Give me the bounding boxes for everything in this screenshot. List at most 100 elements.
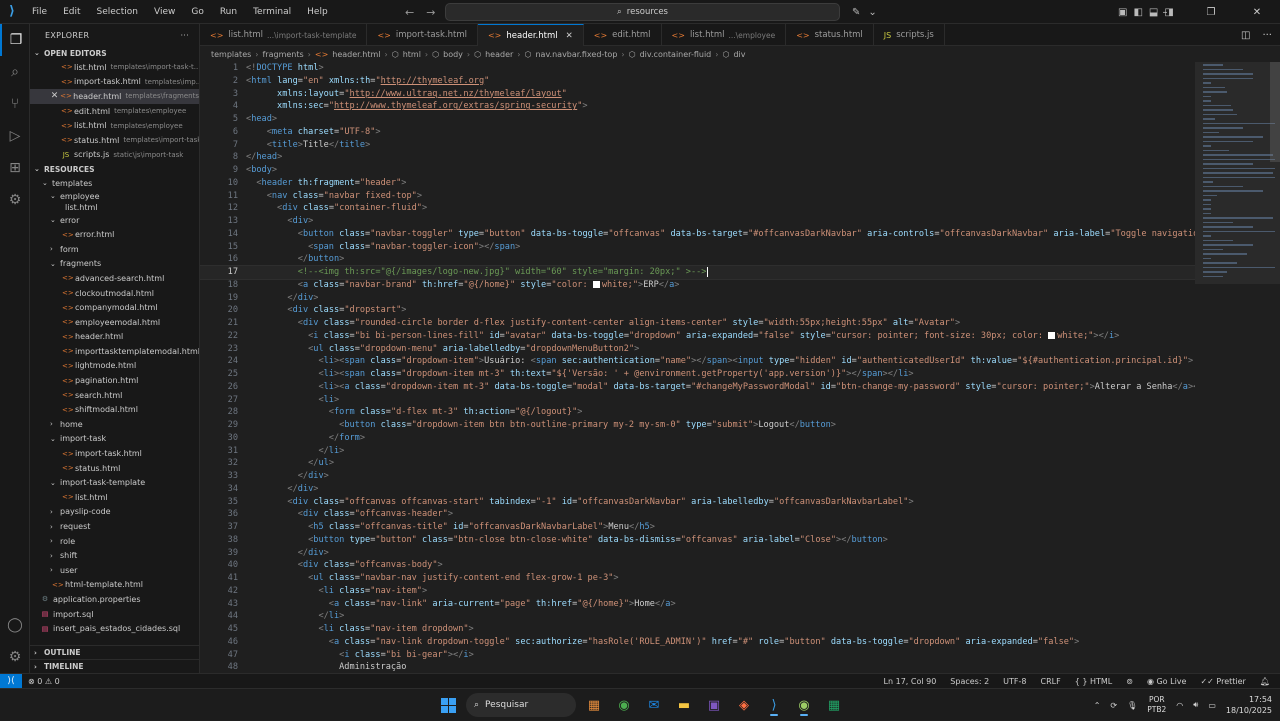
broadcast-icon[interactable]: ⊚ bbox=[1126, 677, 1133, 686]
folder-payslip-code[interactable]: › payslip-code bbox=[30, 505, 199, 520]
volume-icon[interactable]: 🔊︎ bbox=[1193, 700, 1198, 710]
clock[interactable]: 17:54 18/10/2025 bbox=[1226, 694, 1272, 716]
remote-icon[interactable]: ⟩⟨ bbox=[0, 673, 22, 689]
folder-home[interactable]: › home bbox=[30, 417, 199, 432]
extensions-icon[interactable]: ⊞ bbox=[0, 152, 30, 184]
tree-file[interactable]: <> importtasktemplatemodal.html bbox=[30, 344, 199, 359]
terminal-app-icon[interactable]: ▣ bbox=[702, 693, 726, 717]
tree-file[interactable]: <> employeemodal.html bbox=[30, 315, 199, 330]
open-editor-item[interactable]: <> status.html templates\import-task bbox=[30, 133, 199, 148]
tree-file[interactable]: ▤ import.sql bbox=[30, 607, 199, 622]
folder-error[interactable]: ⌄ error bbox=[30, 213, 199, 228]
split-editor-icon[interactable]: ◫ bbox=[1241, 30, 1250, 41]
folder-role[interactable]: › role bbox=[30, 534, 199, 549]
windows-start-icon[interactable] bbox=[436, 693, 460, 717]
layout-icon[interactable]: ▣ bbox=[1118, 7, 1127, 18]
menu-go[interactable]: Go bbox=[183, 0, 211, 24]
code-editor[interactable]: 1 <!DOCTYPE html> 2 <html lang="en" xmlns:… bbox=[200, 62, 1195, 673]
menu-terminal[interactable]: Terminal bbox=[245, 0, 299, 24]
vscode-taskbar-icon[interactable]: ⟩ bbox=[762, 693, 786, 717]
forward-arrow-icon[interactable]: → bbox=[426, 6, 435, 19]
tree-file[interactable]: <> advanced-search.html bbox=[30, 271, 199, 286]
notifications-icon[interactable]: 🔔︎ bbox=[1260, 677, 1270, 686]
problems-indicator[interactable]: ⊗ 0 ⚠ 0 bbox=[28, 677, 60, 686]
wifi-icon[interactable]: ◠ bbox=[1176, 701, 1183, 710]
tree-file[interactable]: <> pagination.html bbox=[30, 373, 199, 388]
widgets-icon[interactable]: ▦ bbox=[582, 693, 606, 717]
more-actions-icon[interactable]: ··· bbox=[180, 31, 189, 40]
open-editors-header[interactable]: ⌄ OPEN EDITORS bbox=[30, 46, 199, 60]
tab-list-employee[interactable]: <> list.html ...\employee bbox=[662, 24, 787, 46]
indentation[interactable]: Spaces: 2 bbox=[950, 677, 989, 686]
folder-templates[interactable]: ⌄ templates bbox=[30, 176, 199, 191]
folder-user[interactable]: › user bbox=[30, 563, 199, 578]
chevron-up-icon[interactable]: ⌃ bbox=[1094, 701, 1101, 710]
breadcrumb-item[interactable]: div bbox=[733, 50, 745, 59]
menu-edit[interactable]: Edit bbox=[55, 0, 88, 24]
folder-import-task[interactable]: ⌄ import-task bbox=[30, 432, 199, 447]
tree-file[interactable]: <> import-task.html bbox=[30, 446, 199, 461]
open-editor-item[interactable]: <> import-task.html templates\imp... bbox=[30, 75, 199, 90]
tab-list-import-task-template[interactable]: <> list.html ...\import-task-template bbox=[200, 24, 368, 46]
breadcrumb-item[interactable]: div.container-fluid bbox=[640, 50, 712, 59]
app-icon[interactable]: ◈ bbox=[732, 693, 756, 717]
editor-scrollbar[interactable] bbox=[1270, 62, 1280, 162]
tree-file[interactable]: ⚙ application.properties bbox=[30, 592, 199, 607]
tree-file[interactable]: <> shiftmodal.html bbox=[30, 402, 199, 417]
outlook-icon[interactable]: ✉ bbox=[642, 693, 666, 717]
breadcrumb-item[interactable]: fragments bbox=[262, 50, 303, 59]
cursor-position[interactable]: Ln 17, Col 90 bbox=[884, 677, 937, 686]
explorer-icon[interactable]: ❐ bbox=[0, 24, 30, 56]
close-tab-icon[interactable]: ✕ bbox=[566, 31, 573, 41]
tab-scripts[interactable]: JS scripts.js bbox=[874, 24, 945, 46]
tree-file[interactable]: <> status.html bbox=[30, 461, 199, 476]
back-arrow-icon[interactable]: ← bbox=[405, 6, 414, 19]
tab-edit[interactable]: <> edit.html bbox=[584, 24, 662, 46]
resources-header[interactable]: ⌄ RESOURCES bbox=[30, 162, 199, 176]
prettier-button[interactable]: ✓✓ Prettier bbox=[1200, 677, 1245, 686]
language-mode[interactable]: { } HTML bbox=[1075, 677, 1113, 686]
open-editor-item[interactable]: JS scripts.js static\js\import-task bbox=[30, 148, 199, 163]
spring-boot-icon[interactable]: ⚙ bbox=[0, 184, 30, 216]
minimap[interactable] bbox=[1195, 62, 1280, 673]
account-icon[interactable]: ◯ bbox=[0, 609, 30, 641]
open-editor-item[interactable]: <> list.html templates\employee bbox=[30, 118, 199, 133]
tree-file[interactable]: <> header.html bbox=[30, 330, 199, 345]
encoding[interactable]: UTF-8 bbox=[1003, 677, 1026, 686]
folder-request[interactable]: › request bbox=[30, 519, 199, 534]
timeline-header[interactable]: › TIMELINE bbox=[30, 659, 199, 673]
search-view-icon[interactable]: ⌕ bbox=[0, 56, 30, 88]
language-indicator[interactable]: POR PTB2 bbox=[1147, 695, 1166, 715]
menu-selection[interactable]: Selection bbox=[89, 0, 146, 24]
breadcrumb-item[interactable]: header.html bbox=[332, 50, 380, 59]
tab-status[interactable]: <> status.html bbox=[786, 24, 874, 46]
outline-header[interactable]: › OUTLINE bbox=[30, 645, 199, 659]
sync-icon[interactable]: ⟳ bbox=[1110, 701, 1117, 710]
run-debug-icon[interactable]: ▷ bbox=[0, 120, 30, 152]
microphone-icon[interactable]: 🎙︎ bbox=[1127, 701, 1137, 710]
open-editor-item[interactable]: <> edit.html templates\employee bbox=[30, 104, 199, 119]
menu-run[interactable]: Run bbox=[212, 0, 245, 24]
open-editor-item[interactable]: <> list.html templates\import-task-t... bbox=[30, 60, 199, 75]
close-icon[interactable]: ✕ bbox=[49, 91, 60, 101]
chevron-down-icon[interactable]: ⌄ bbox=[868, 7, 876, 18]
close-window-icon[interactable]: ✕ bbox=[1234, 7, 1280, 18]
chrome-icon[interactable]: ◉ bbox=[612, 693, 636, 717]
battery-icon[interactable]: ▭ bbox=[1208, 701, 1216, 710]
excel-icon[interactable]: ▦ bbox=[822, 693, 846, 717]
file-explorer-icon[interactable]: ▬ bbox=[672, 693, 696, 717]
tree-file[interactable]: <> companymodal.html bbox=[30, 300, 199, 315]
tab-header[interactable]: <> header.html ✕ bbox=[477, 24, 584, 46]
tab-import-task[interactable]: <> import-task.html bbox=[367, 24, 478, 46]
taskbar-search[interactable]: ⌕ Pesquisar bbox=[466, 693, 576, 717]
line-ending[interactable]: CRLF bbox=[1041, 677, 1061, 686]
tree-file[interactable]: <> list.html bbox=[30, 490, 199, 505]
more-actions-icon[interactable]: ··· bbox=[1262, 30, 1272, 41]
source-control-icon[interactable]: ⑂ bbox=[0, 88, 30, 120]
go-live-button[interactable]: ◉ Go Live bbox=[1147, 677, 1187, 686]
menu-help[interactable]: Help bbox=[299, 0, 336, 24]
folder-employee[interactable]: ⌄ employee bbox=[30, 191, 199, 202]
tree-file[interactable]: <> search.html bbox=[30, 388, 199, 403]
folder-import-task-template[interactable]: ⌄ import-task-template bbox=[30, 475, 199, 490]
tree-file[interactable]: <> error.html bbox=[30, 227, 199, 242]
